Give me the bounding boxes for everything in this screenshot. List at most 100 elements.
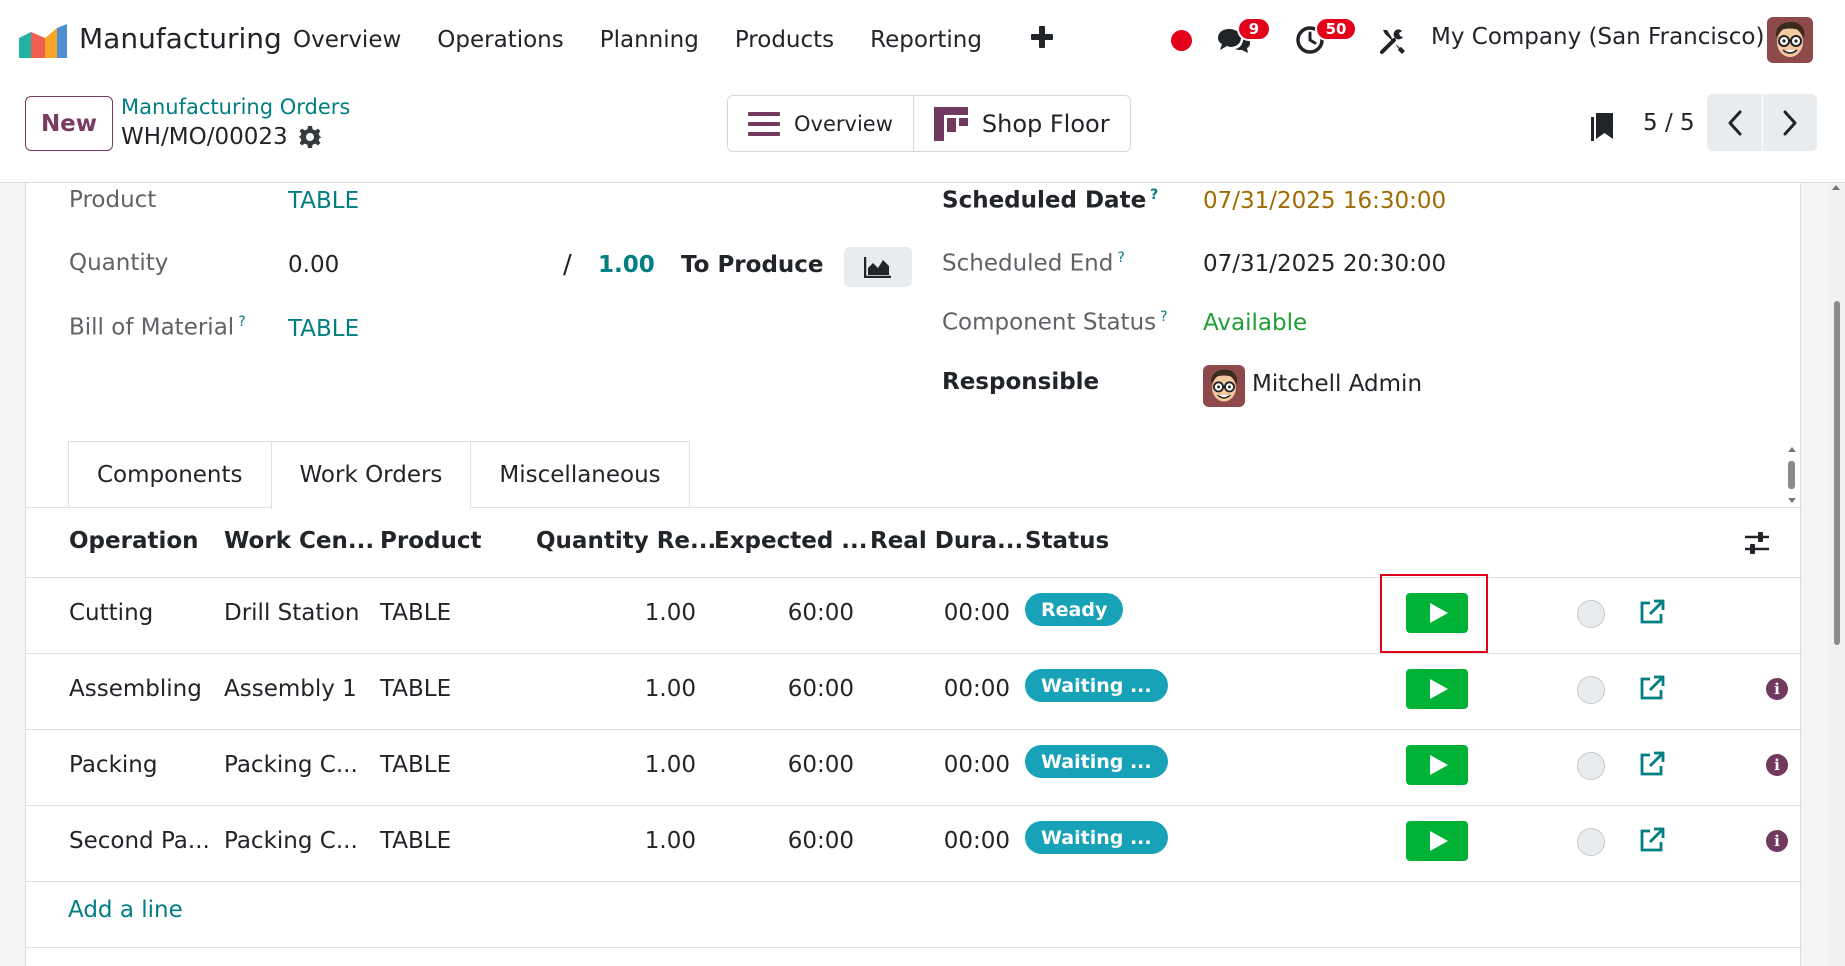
chevron-right-icon bbox=[1783, 110, 1797, 135]
responsible-field[interactable]: Mitchell Admin bbox=[1252, 371, 1422, 397]
start-workorder-button[interactable] bbox=[1406, 745, 1468, 785]
quantity-label: Quantity bbox=[69, 250, 169, 276]
add-line-link[interactable]: Add a line bbox=[68, 897, 183, 923]
status-badge: Waiting ... bbox=[1025, 745, 1168, 778]
col-work-center[interactable]: Work Cen... bbox=[224, 528, 374, 554]
manufacturing-app-icon[interactable] bbox=[19, 24, 67, 58]
start-workorder-button[interactable] bbox=[1406, 821, 1468, 861]
table-row[interactable]: Cutting Drill Station TABLE 1.00 60:00 0… bbox=[26, 574, 1802, 654]
scheduled-end-field[interactable]: 07/31/2025 20:30:00 bbox=[1203, 251, 1446, 277]
row-work-center: Packing C... bbox=[224, 752, 358, 778]
list-icon bbox=[748, 111, 780, 136]
scheduled-date-help-icon[interactable]: ? bbox=[1150, 187, 1158, 203]
info-icon[interactable]: i bbox=[1766, 754, 1788, 776]
scheduled-end-help-icon[interactable]: ? bbox=[1117, 250, 1124, 266]
product-field[interactable]: TABLE bbox=[288, 188, 359, 214]
top-navbar: Manufacturing Overview Operations Planni… bbox=[0, 0, 1845, 80]
menu-operations[interactable]: Operations bbox=[437, 27, 563, 53]
scrollbar-thumb[interactable] bbox=[1788, 461, 1795, 489]
company-switcher[interactable]: My Company (San Francisco) bbox=[1431, 24, 1764, 50]
status-badge: Waiting ... bbox=[1025, 821, 1168, 854]
record-title: WH/MO/00023 bbox=[121, 124, 322, 150]
bom-label-text: Bill of Material bbox=[69, 314, 235, 341]
pager-next-button[interactable] bbox=[1762, 94, 1817, 151]
external-link-icon[interactable] bbox=[1638, 826, 1666, 854]
row-quantity: 1.00 bbox=[644, 828, 696, 854]
tab-miscellaneous[interactable]: Miscellaneous bbox=[470, 441, 690, 507]
row-work-center: Drill Station bbox=[224, 600, 360, 626]
main-menu: Overview Operations Planning Products Re… bbox=[293, 0, 1018, 80]
menu-reporting[interactable]: Reporting bbox=[870, 27, 982, 53]
row-select-radio[interactable] bbox=[1577, 676, 1605, 704]
external-link-icon[interactable] bbox=[1638, 674, 1666, 702]
tab-components[interactable]: Components bbox=[68, 441, 272, 507]
external-link-icon[interactable] bbox=[1638, 598, 1666, 626]
col-product[interactable]: Product bbox=[380, 528, 481, 554]
table-row[interactable]: Second Pa... Packing C... TABLE 1.00 60:… bbox=[26, 806, 1802, 882]
quantity-field[interactable]: 0.00 bbox=[288, 252, 339, 278]
scheduled-end-label: Scheduled End? bbox=[942, 250, 1125, 277]
row-operation: Assembling bbox=[69, 676, 202, 702]
row-product: TABLE bbox=[380, 676, 452, 702]
column-settings-icon[interactable] bbox=[1742, 528, 1772, 558]
pager-value[interactable]: 5 / 5 bbox=[1643, 110, 1695, 136]
overview-view-button[interactable]: Overview bbox=[728, 96, 913, 151]
scroll-up-arrow-icon[interactable] bbox=[1788, 447, 1796, 452]
gear-icon[interactable] bbox=[298, 125, 322, 149]
start-workorder-button[interactable] bbox=[1406, 669, 1468, 709]
col-operation[interactable]: Operation bbox=[69, 528, 199, 554]
scheduled-date-label-text: Scheduled Date bbox=[942, 187, 1147, 214]
row-real-duration: 00:00 bbox=[943, 676, 1010, 702]
app-name[interactable]: Manufacturing bbox=[79, 22, 282, 55]
component-status-help-icon[interactable]: ? bbox=[1160, 309, 1167, 325]
row-expected-duration: 60:00 bbox=[787, 828, 854, 854]
play-icon bbox=[1430, 831, 1448, 851]
row-select-radio[interactable] bbox=[1577, 752, 1605, 780]
plus-icon[interactable] bbox=[1029, 24, 1055, 50]
status-badge: Ready bbox=[1025, 593, 1124, 626]
row-select-radio[interactable] bbox=[1577, 600, 1605, 628]
record-dot-icon[interactable] bbox=[1171, 30, 1192, 51]
start-workorder-button[interactable] bbox=[1406, 593, 1468, 633]
tabs-scrollbar[interactable] bbox=[1785, 445, 1797, 505]
row-quantity: 1.00 bbox=[644, 676, 696, 702]
col-expected-duration[interactable]: Expected ... bbox=[714, 528, 868, 554]
play-icon bbox=[1430, 679, 1448, 699]
row-select-radio[interactable] bbox=[1577, 828, 1605, 856]
page-scrollbar[interactable] bbox=[1829, 183, 1845, 966]
table-row[interactable]: Assembling Assembly 1 TABLE 1.00 60:00 0… bbox=[26, 654, 1802, 730]
menu-planning[interactable]: Planning bbox=[600, 27, 699, 53]
table-row[interactable]: Packing Packing C... TABLE 1.00 60:00 00… bbox=[26, 730, 1802, 806]
info-icon[interactable]: i bbox=[1766, 678, 1788, 700]
new-button[interactable]: New bbox=[25, 96, 113, 151]
scheduled-date-field[interactable]: 07/31/2025 16:30:00 bbox=[1203, 188, 1446, 214]
page-scroll-up-arrow-icon[interactable] bbox=[1832, 185, 1840, 190]
col-status[interactable]: Status bbox=[1025, 528, 1109, 554]
pager-previous-button[interactable] bbox=[1707, 94, 1762, 151]
bom-help-icon[interactable]: ? bbox=[238, 314, 245, 330]
play-icon bbox=[1430, 603, 1448, 623]
bom-field[interactable]: TABLE bbox=[288, 316, 359, 342]
row-expected-duration: 60:00 bbox=[787, 752, 854, 778]
forecast-button[interactable] bbox=[844, 247, 912, 287]
component-status-label: Component Status? bbox=[942, 309, 1168, 336]
info-icon[interactable]: i bbox=[1766, 830, 1788, 852]
menu-overview[interactable]: Overview bbox=[293, 27, 401, 53]
tools-icon[interactable] bbox=[1378, 26, 1408, 56]
breadcrumb-manufacturing-orders[interactable]: Manufacturing Orders bbox=[121, 95, 350, 119]
component-status-label-text: Component Status bbox=[942, 309, 1157, 336]
external-link-icon[interactable] bbox=[1638, 750, 1666, 778]
row-product: TABLE bbox=[380, 600, 452, 626]
scroll-down-arrow-icon[interactable] bbox=[1788, 498, 1796, 503]
menu-products[interactable]: Products bbox=[735, 27, 834, 53]
play-icon bbox=[1430, 755, 1448, 775]
bookmark-icon[interactable] bbox=[1589, 110, 1615, 142]
page-scrollbar-thumb[interactable] bbox=[1834, 301, 1840, 645]
user-avatar[interactable] bbox=[1767, 17, 1813, 63]
col-quantity-remaining[interactable]: Quantity Re... bbox=[536, 528, 716, 554]
tab-work-orders[interactable]: Work Orders bbox=[270, 441, 472, 509]
quantity-to-produce-field[interactable]: 1.00 bbox=[598, 252, 655, 278]
col-real-duration[interactable]: Real Dura... bbox=[870, 528, 1023, 554]
messages-badge: 9 bbox=[1237, 17, 1271, 41]
shop-floor-button[interactable]: Shop Floor bbox=[912, 96, 1130, 151]
